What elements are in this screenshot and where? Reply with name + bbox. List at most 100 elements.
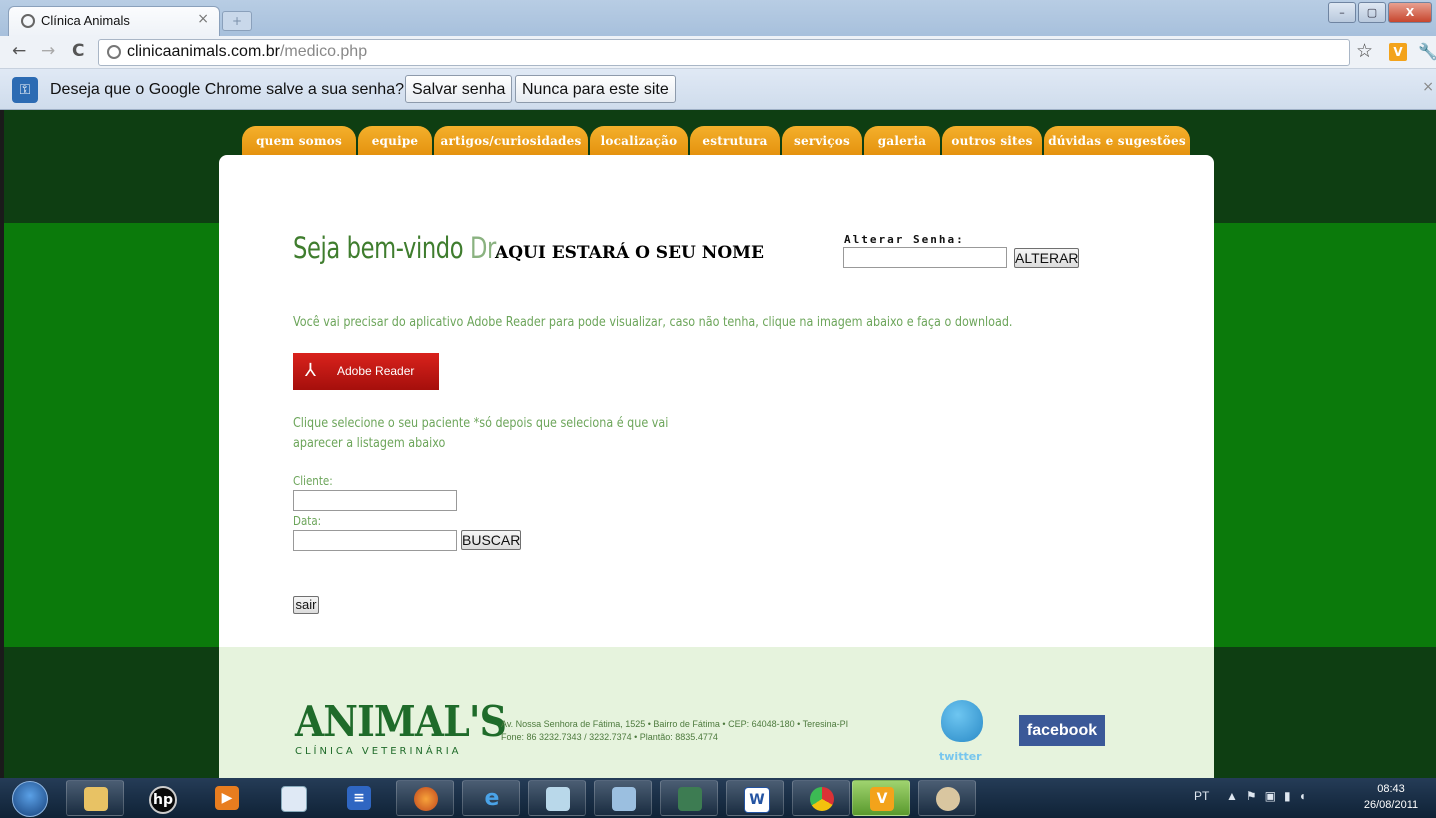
taskbar-system-monitor[interactable]	[660, 780, 718, 816]
tray-icons[interactable]: ▲⚑▣▮◖	[1226, 789, 1314, 803]
key-icon: ⚿	[12, 77, 38, 103]
date-label: Data:	[293, 514, 322, 528]
change-password-label: Alterar Senha:	[844, 233, 965, 246]
url-text: clinicaanimals.com.br/medico.php	[127, 43, 367, 61]
menu-item-duvidas[interactable]: dúvidas e sugestões	[1044, 126, 1190, 158]
user-name: AQUI ESTARÁ O SEU NOME	[495, 243, 764, 263]
alter-button[interactable]: ALTERAR	[1014, 248, 1079, 268]
taskbar-app[interactable]: ≡	[330, 780, 388, 816]
back-arrow-icon[interactable]: ←	[12, 41, 26, 61]
menu-item-localizacao[interactable]: localização	[590, 126, 688, 158]
twitter-bird-icon[interactable]	[941, 700, 983, 742]
adobe-reader-button[interactable]: ⅄ Adobe Reader	[293, 353, 439, 390]
taskbar-window[interactable]	[264, 780, 322, 816]
taskbar-vivaldi[interactable]: V	[852, 780, 910, 816]
tab-title: Clínica Animals	[41, 13, 130, 28]
facebook-button[interactable]: facebook	[1019, 715, 1105, 746]
page-info-icon[interactable]	[107, 45, 121, 59]
control-panel-icon	[612, 787, 636, 811]
url-host: clinicaanimals.com.br	[127, 43, 280, 60]
forward-arrow-icon[interactable]: →	[41, 41, 55, 61]
menu-item-outros-sites[interactable]: outros sites	[942, 126, 1042, 158]
stack-icon: ≡	[347, 786, 371, 810]
window-controls: – ▢ X	[1328, 2, 1432, 23]
adobe-info-text: Você vai precisar do aplicativo Adobe Re…	[293, 315, 1013, 330]
new-tab-button[interactable]: +	[222, 11, 252, 31]
taskbar-word[interactable]: W	[726, 780, 784, 816]
language-indicator[interactable]: PT	[1194, 789, 1209, 803]
client-input[interactable]	[293, 490, 457, 511]
restore-button[interactable]: ▢	[1358, 2, 1386, 23]
word-icon: W	[744, 787, 770, 813]
tab-close-icon[interactable]: ×	[197, 11, 209, 27]
clock-date: 26/08/2011	[1363, 799, 1419, 811]
site-footer: ANIMAL'S CLÍNICA VETERINÁRIA Av. Nossa S…	[219, 647, 1214, 778]
taskbar-control-panel[interactable]	[594, 780, 652, 816]
brand-subtitle: CLÍNICA VETERINÁRIA	[295, 746, 462, 757]
brand-logo: ANIMAL'S	[295, 697, 507, 746]
start-button[interactable]	[12, 781, 48, 817]
monitor-icon	[678, 787, 702, 811]
clock-time: 08:43	[1377, 783, 1405, 795]
address-block: Av. Nossa Senhora de Fátima, 1525 • Bair…	[501, 718, 848, 744]
content-panel: Seja bem-vindo Dr. AQUI ESTARÁ O SEU NOM…	[219, 155, 1214, 647]
url-path: /medico.php	[279, 43, 368, 60]
taskbar-chrome[interactable]	[792, 780, 850, 816]
firefox-icon	[414, 787, 438, 811]
taskbar-ie[interactable]: e	[462, 780, 520, 816]
menu-item-equipe[interactable]: equipe	[358, 126, 432, 158]
password-infobar: ⚿ Deseja que o Google Chrome salve a sua…	[0, 69, 1436, 110]
window-icon	[281, 786, 307, 812]
infobar-close-icon[interactable]: ×	[1422, 79, 1434, 95]
taskbar-hp[interactable]: hp	[132, 780, 190, 816]
extension-icon[interactable]: V	[1389, 43, 1407, 61]
taskbar-notepad[interactable]	[528, 780, 586, 816]
browser-toolbar: ← → C clinicaanimals.com.br/medico.php ☆…	[0, 36, 1436, 69]
adobe-reader-label: Adobe Reader	[337, 364, 415, 378]
wrench-icon[interactable]: 🔧	[1418, 42, 1436, 61]
twitter-label[interactable]: twitter	[939, 750, 982, 763]
hp-icon: hp	[149, 786, 177, 814]
select-patient-info: Clique selecione o seu paciente *só depo…	[293, 416, 669, 451]
address-line: Av. Nossa Senhora de Fátima, 1525 • Bair…	[501, 719, 849, 729]
paint-palette-icon	[936, 787, 960, 811]
taskbar-firefox[interactable]	[396, 780, 454, 816]
reload-icon[interactable]: C	[72, 41, 84, 61]
menu-item-artigos[interactable]: artigos/curiosidades	[434, 126, 588, 158]
menu-item-galeria[interactable]: galeria	[864, 126, 940, 158]
menu-item-estrutura[interactable]: estrutura	[690, 126, 780, 158]
bookmark-star-icon[interactable]: ☆	[1356, 40, 1373, 62]
phone-line: Fone: 86 3232.7343 / 3232.7374 • Plantão…	[501, 732, 718, 742]
notepad-icon	[546, 787, 570, 811]
close-window-button[interactable]: X	[1388, 2, 1432, 23]
tab-bar: Clínica Animals × + – ▢ X	[0, 0, 1436, 37]
menu-item-servicos[interactable]: serviços	[782, 126, 862, 158]
internet-explorer-icon: e	[484, 786, 500, 811]
search-button[interactable]: BUSCAR	[461, 530, 521, 550]
taskbar-paint[interactable]	[918, 780, 976, 816]
minimize-button[interactable]: –	[1328, 2, 1356, 23]
welcome-heading: Seja bem-vindo Dr.	[293, 231, 501, 265]
address-bar[interactable]: clinicaanimals.com.br/medico.php	[98, 39, 1350, 66]
media-player-icon: ▶	[215, 786, 239, 810]
system-clock[interactable]: 08:43 26/08/2011	[1356, 781, 1426, 813]
infobar-message: Deseja que o Google Chrome salve a sua s…	[50, 81, 404, 98]
globe-icon	[21, 14, 35, 28]
folder-icon	[84, 787, 108, 811]
menu-item-quem-somos[interactable]: quem somos	[242, 126, 356, 158]
taskbar-file-explorer[interactable]	[66, 780, 124, 816]
chrome-icon	[810, 787, 834, 811]
welcome-text: Seja bem-vindo	[293, 231, 464, 265]
browser-tab[interactable]: Clínica Animals ×	[8, 6, 220, 37]
client-label: Cliente:	[293, 474, 333, 488]
web-page: quem somos equipe artigos/curiosidades l…	[4, 110, 1436, 778]
never-save-button[interactable]: Nunca para este site	[515, 75, 676, 103]
v-extension-icon: V	[870, 787, 894, 811]
change-password-input[interactable]	[843, 247, 1007, 268]
logout-button[interactable]: sair	[293, 596, 319, 614]
save-password-button[interactable]: Salvar senha	[405, 75, 513, 103]
adobe-pdf-icon: ⅄	[305, 360, 316, 381]
date-input[interactable]	[293, 530, 457, 551]
taskbar-media-player[interactable]: ▶	[198, 780, 256, 816]
windows-taskbar: hp ▶ ≡ e W V PT ▲⚑▣▮◖ 08:43 26/08/2011	[0, 778, 1436, 818]
